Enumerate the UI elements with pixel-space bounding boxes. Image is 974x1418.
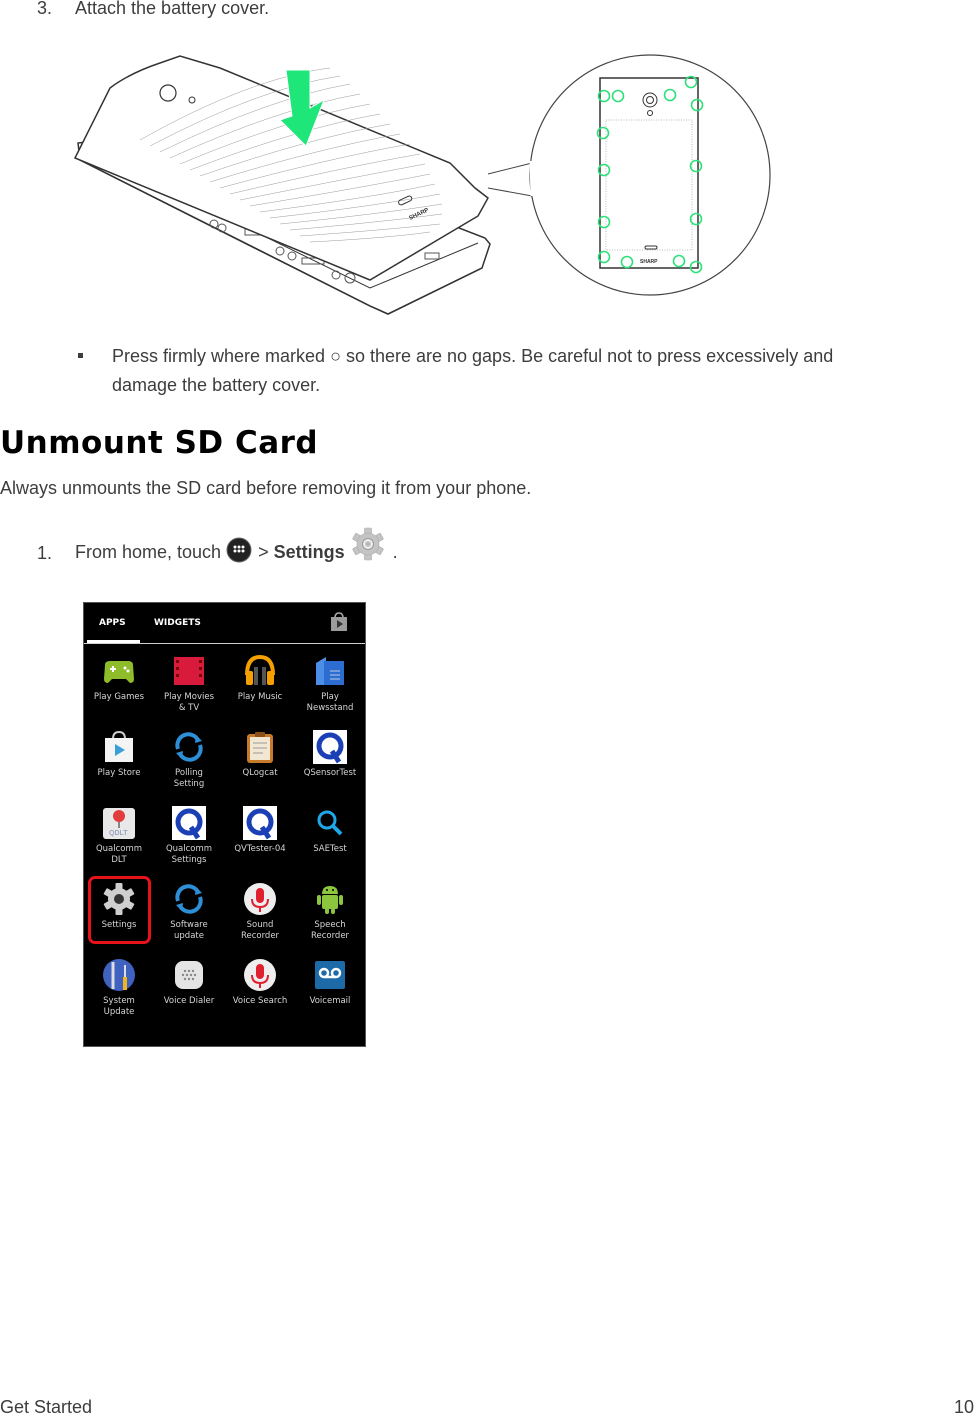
android-icon [312, 881, 348, 917]
microphone-icon [242, 957, 278, 993]
note-text-after: so there are no gaps. Be careful not to … [345, 346, 834, 366]
voicemail-icon [312, 957, 348, 993]
note-text: Press firmly where marked ○ so there are… [112, 342, 972, 400]
note-text-line2: damage the battery cover. [112, 375, 321, 395]
app-play-games[interactable]: Play Games [84, 653, 154, 703]
app-label: QVTester-04 [234, 844, 286, 854]
app-label: Qualcomm Settings [165, 844, 213, 865]
app-label: Speech Recorder [310, 920, 350, 941]
footer-section: Get Started [0, 1397, 93, 1417]
app-label: Voice Dialer [163, 996, 215, 1006]
step-1-suffix: . [392, 542, 398, 562]
tab-widgets[interactable]: WIDGETS [154, 618, 201, 628]
play-store-bag-icon[interactable] [329, 612, 349, 632]
app-label: Play Music [237, 692, 283, 702]
newsstand-icon [312, 653, 348, 689]
app-label: Polling Setting [173, 768, 205, 789]
step-number: 1. [37, 543, 53, 563]
app-label: Play Store [97, 768, 141, 778]
settings-gear-icon [352, 527, 384, 560]
microphone-icon [242, 881, 278, 917]
app-qualcomm-settings[interactable]: Qualcomm Settings [154, 805, 224, 866]
app-label: Voicemail [309, 996, 351, 1006]
app-label: Play Newsstand [306, 692, 354, 713]
app-label: Qualcomm DLT [95, 844, 143, 865]
app-label: System Update [103, 996, 135, 1017]
app-label: Play Games [93, 692, 145, 702]
app-qvtester-04[interactable]: QVTester-04 [225, 805, 295, 855]
app-voice-search[interactable]: Voice Search [225, 957, 295, 1007]
step-number: 3. [37, 0, 53, 18]
app-voice-dialer[interactable]: Voice Dialer [154, 957, 224, 1007]
phone-back-view: SHARP [599, 77, 699, 269]
step-1-separator: > [258, 542, 269, 562]
circle-marker-icon: ○ [330, 346, 341, 366]
app-voicemail[interactable]: Voicemail [295, 957, 365, 1007]
all-apps-icon [226, 537, 252, 562]
qualcomm-q-icon [312, 729, 348, 765]
film-icon [171, 653, 207, 689]
note-text-before: Press firmly where marked [112, 346, 326, 366]
settings-highlight-box [88, 876, 151, 944]
battery-cover-illustration: SHARP SHARP [73, 54, 771, 315]
gamepad-icon [101, 653, 137, 689]
section-intro: Always unmounts the SD card before remov… [0, 478, 532, 498]
section-title: Unmount SD Card [0, 425, 319, 461]
svg-text:QDLT: QDLT [109, 830, 128, 837]
sync-icon [171, 729, 207, 765]
app-play-newsstand[interactable]: Play Newsstand [295, 653, 365, 714]
drawer-tab-bar: APPS WIDGETS [84, 603, 365, 644]
step-1-prefix: From home, touch [75, 542, 222, 562]
headphones-icon [242, 653, 278, 689]
app-qualcomm-dlt[interactable]: QDLT Qualcomm DLT [84, 805, 154, 866]
app-label: Sound Recorder [240, 920, 280, 941]
app-speech-recorder[interactable]: Speech Recorder [295, 881, 365, 942]
app-qlogcat[interactable]: QLogcat [225, 729, 295, 779]
bullet-marker [78, 353, 83, 358]
page-number: 10 [953, 1397, 974, 1417]
tools-icon [101, 957, 137, 993]
step-1-text: From home, touch > Settings . [75, 527, 398, 567]
sync-icon [171, 881, 207, 917]
app-software-update[interactable]: Software update [154, 881, 224, 942]
step-text: Attach the battery cover. [75, 0, 270, 18]
app-label: Voice Search [232, 996, 288, 1006]
speaker-grille-icon [171, 957, 207, 993]
app-drawer-screenshot: APPS WIDGETS Play Games Play Movies & TV P… [83, 602, 366, 1047]
app-play-music[interactable]: Play Music [225, 653, 295, 703]
app-system-update[interactable]: System Update [84, 957, 154, 1018]
qualcomm-q-icon [242, 805, 278, 841]
magnifier-icon [312, 805, 348, 841]
app-play-movies-tv[interactable]: Play Movies & TV [154, 653, 224, 714]
clipboard-icon [242, 729, 278, 765]
settings-label: Settings [273, 542, 345, 562]
app-saetest[interactable]: SAETest [295, 805, 365, 855]
qualcomm-q-icon [171, 805, 207, 841]
app-label: QSensorTest [303, 768, 357, 778]
shopping-bag-icon [101, 729, 137, 765]
app-label: QLogcat [242, 768, 278, 778]
app-polling-setting[interactable]: Polling Setting [154, 729, 224, 790]
app-sound-recorder[interactable]: Sound Recorder [225, 881, 295, 942]
brand-logo-back: SHARP [640, 259, 658, 265]
app-label: Software update [170, 920, 208, 941]
pushpin-icon: QDLT [101, 805, 137, 841]
app-play-store[interactable]: Play Store [84, 729, 154, 779]
tab-apps[interactable]: APPS [99, 618, 126, 628]
app-label: Play Movies & TV [163, 692, 214, 713]
app-label: SAETest [313, 844, 347, 854]
app-qsensortest[interactable]: QSensorTest [295, 729, 365, 779]
active-tab-indicator [87, 640, 140, 643]
